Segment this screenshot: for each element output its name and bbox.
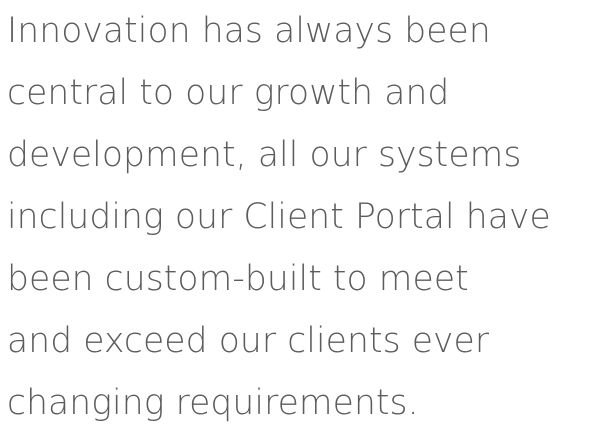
paragraph-line: central to our growth and bbox=[7, 73, 450, 113]
paragraph-line: Innovation has always been bbox=[7, 11, 491, 51]
paragraph-line: and exceed our clients ever bbox=[7, 321, 490, 361]
paragraph-line: changing requirements. bbox=[7, 383, 419, 423]
paragraph-line: development, all our systems bbox=[7, 135, 522, 175]
content-section: Innovation has always been central to ou… bbox=[7, 0, 615, 434]
paragraph-line: been custom-built to meet bbox=[7, 259, 469, 299]
paragraph-line: including our Client Portal have bbox=[7, 197, 551, 237]
intro-paragraph: Innovation has always been central to ou… bbox=[7, 0, 615, 434]
